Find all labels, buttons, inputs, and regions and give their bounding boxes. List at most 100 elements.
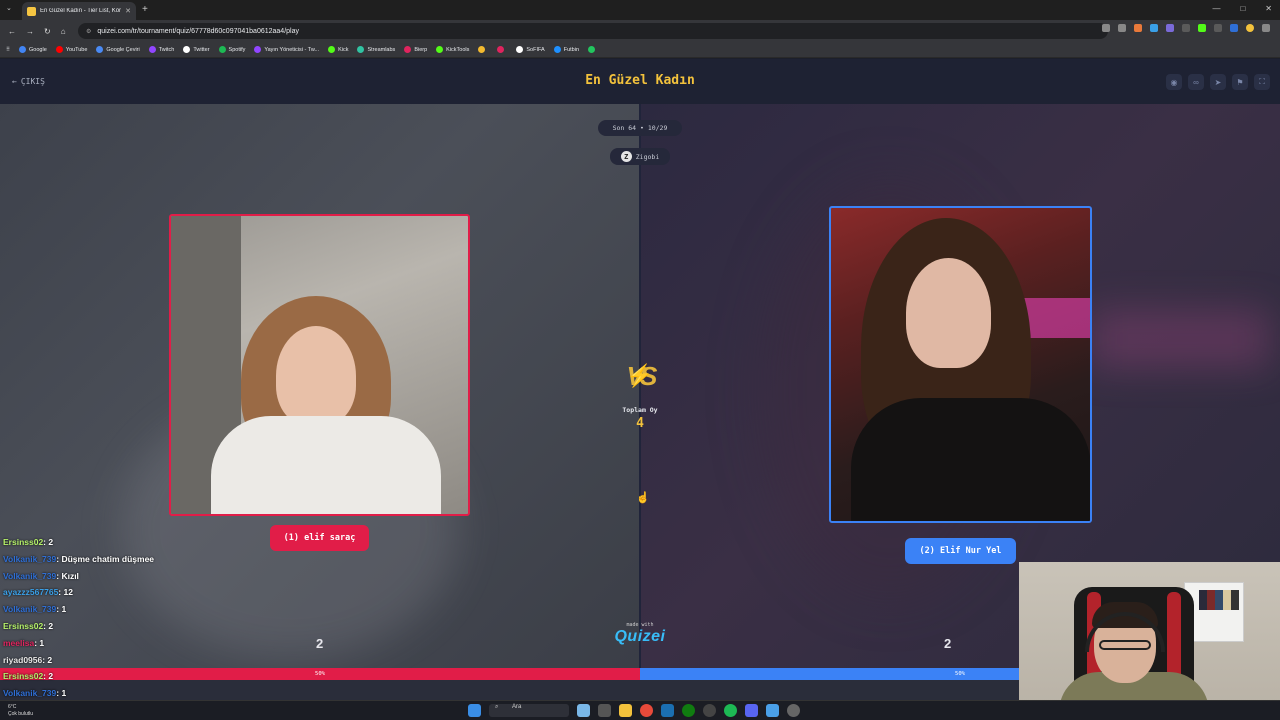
chrome-icon[interactable] [640, 704, 653, 717]
bookmark-item[interactable]: KickTools [436, 46, 469, 53]
bookmark-item[interactable] [478, 46, 488, 53]
spotify-icon[interactable] [724, 704, 737, 717]
forward-icon[interactable]: → [26, 27, 34, 36]
bookmark-item[interactable] [497, 46, 507, 53]
bookmark-item[interactable]: Bierp [404, 46, 427, 53]
file-explorer-icon[interactable] [619, 704, 632, 717]
link-icon[interactable]: ∞ [1188, 74, 1204, 90]
extension-icon[interactable] [1134, 24, 1142, 32]
shirt-shape [211, 416, 441, 514]
close-window-icon[interactable]: ✕ [1265, 4, 1272, 13]
reload-icon[interactable]: ↻ [44, 27, 51, 36]
bookmark-label: Bierp [414, 46, 428, 53]
avatar[interactable] [1246, 24, 1254, 32]
creator-badge[interactable]: Z Zigobi [610, 148, 670, 165]
chat-username: Volkanik_739 [3, 688, 57, 699]
bookmark-star-icon[interactable] [1118, 24, 1126, 32]
windows-start-icon[interactable] [468, 704, 481, 717]
chat-username: riyad0956 [3, 654, 43, 665]
dress-shape [851, 398, 1090, 521]
obs-icon[interactable] [703, 704, 716, 717]
bookmark-favicon-icon [553, 46, 561, 53]
mouse-cursor-icon: ☝ [636, 492, 650, 504]
bookmark-favicon-icon [148, 46, 156, 53]
extension-icon[interactable] [1182, 24, 1190, 32]
weather-desc: Çok bulutlu [8, 711, 34, 717]
bookmark-item[interactable]: Kick [328, 46, 348, 53]
left-vote-count: 2 [316, 636, 324, 651]
tab-search-icon[interactable]: ⌄ [6, 4, 12, 12]
zoom-icon[interactable] [1102, 24, 1110, 32]
right-contestant-image[interactable] [829, 206, 1092, 523]
bookmark-favicon-icon [96, 46, 104, 53]
address-bar-row: ← → ↻ ⌂ ⚙ quizei.com/tr/tournament/quiz/… [0, 20, 1280, 42]
quizei-logo: Quizei [614, 628, 666, 645]
taskbar-search[interactable]: ⌕ Ara [489, 704, 569, 717]
steam-icon[interactable] [661, 704, 674, 717]
bookmark-item[interactable]: SoFIFA [516, 46, 545, 53]
tab-close-icon[interactable]: ✕ [125, 7, 131, 15]
discord-icon[interactable] [745, 704, 758, 717]
books [1199, 590, 1239, 610]
desktop-icon[interactable] [598, 704, 611, 717]
bookmark-item[interactable]: Spotify [218, 46, 245, 53]
extension-icon[interactable] [1198, 24, 1206, 32]
bookmark-favicon-icon [328, 46, 336, 53]
total-votes-value: 4 [636, 416, 644, 431]
puzzle-icon[interactable] [1214, 24, 1222, 32]
total-votes-label: Toplam Oy [622, 406, 658, 414]
vs-logo: VS ⚡ [618, 356, 662, 396]
site-info-icon[interactable]: ⚙ [86, 28, 91, 35]
bookmark-item[interactable]: Yayın Yöneticisi - Tw... [254, 46, 319, 53]
profile-icon[interactable] [1230, 24, 1238, 32]
task-view-icon[interactable] [577, 704, 590, 717]
app-icon[interactable] [787, 704, 800, 717]
weather-widget[interactable]: 6°C Çok bulutlu [8, 704, 33, 718]
share-icon[interactable]: ➤ [1210, 74, 1226, 90]
bookmark-item[interactable]: Twitter [183, 46, 210, 53]
home-icon[interactable]: ⌂ [61, 27, 66, 36]
chat-message: Volkanik_739: 1 [3, 604, 263, 621]
flag-icon[interactable]: ⚑ [1232, 74, 1248, 90]
bookmark-label: SoFIFA [526, 46, 545, 53]
photos-icon[interactable] [766, 704, 779, 717]
eye-icon[interactable]: ◉ [1166, 74, 1182, 90]
bookmark-label: Twitch [158, 46, 175, 53]
bookmark-item[interactable]: Google Çeviri [96, 46, 140, 53]
extension-icon[interactable] [1150, 24, 1158, 32]
apps-icon[interactable]: ⠿ [6, 47, 10, 53]
minimize-icon[interactable]: — [1212, 4, 1220, 13]
bookmark-item[interactable]: Google [19, 46, 47, 53]
chat-username: meelisa [3, 637, 35, 648]
menu-icon[interactable] [1262, 24, 1270, 32]
bookmark-item[interactable]: Twitch [148, 46, 175, 53]
bookmark-item[interactable]: YouTube [55, 46, 87, 53]
left-contestant-image[interactable] [169, 214, 470, 516]
vote-left-button[interactable]: (1) elif saraç [270, 525, 369, 551]
right-percent: 50% [955, 671, 965, 677]
made-with-quizei[interactable]: made with Quizei [612, 622, 668, 646]
bookmark-favicon-icon [19, 46, 27, 53]
bookmark-favicon-icon [436, 46, 444, 53]
url-field[interactable]: ⚙ quizei.com/tr/tournament/quiz/67778d60… [78, 23, 1108, 39]
back-icon[interactable]: ← [8, 27, 16, 36]
maximize-icon[interactable]: □ [1240, 4, 1245, 13]
chat-message: riyad0956: 2 [3, 655, 263, 672]
chat-message: Volkanik_739: Düşme chatim düşmee [3, 554, 263, 571]
chat-message: meelisa: 1 [3, 638, 263, 655]
windows-taskbar: 6°C Çok bulutlu ⌕ Ara [0, 700, 1280, 720]
bookmark-item[interactable]: Streamlabs [357, 46, 395, 53]
vote-right-button[interactable]: (2) Elif Nur Yel [905, 538, 1016, 564]
xbox-icon[interactable] [682, 704, 695, 717]
bookmark-item[interactable] [588, 46, 598, 53]
new-tab-button[interactable]: + [142, 4, 148, 15]
chat-text: : 2 [43, 671, 54, 682]
weather-temp: 6°C [8, 704, 17, 710]
bookmark-label: Yayın Yöneticisi - Tw... [264, 46, 320, 53]
browser-tab[interactable]: En Güzel Kadın - Tier List, Kör S ✕ [22, 2, 136, 20]
extension-icon[interactable] [1166, 24, 1174, 32]
right-background-blur [1090, 309, 1270, 369]
bookmark-item[interactable]: Futbin [553, 46, 579, 53]
bookmark-favicon-icon [218, 46, 226, 53]
fullscreen-icon[interactable]: ⛶ [1254, 74, 1270, 90]
